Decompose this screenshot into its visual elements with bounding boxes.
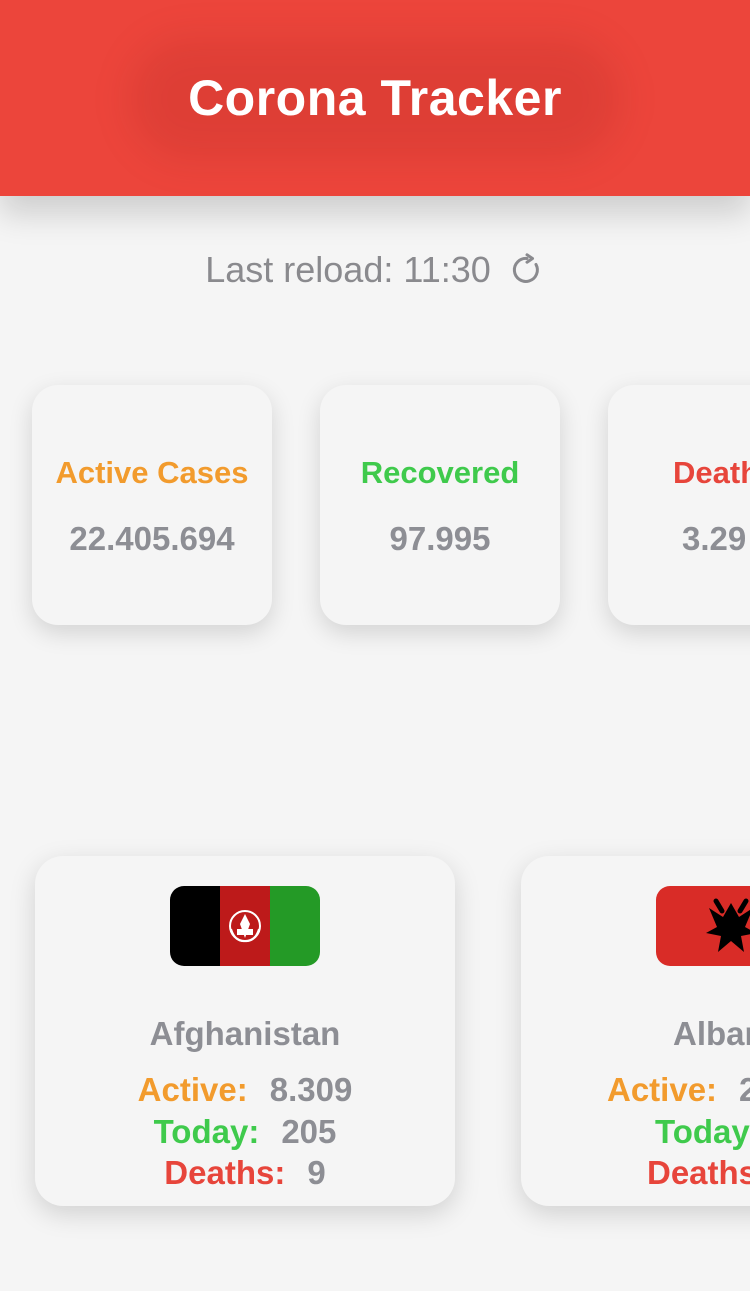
recovered-label: Recovered	[360, 455, 520, 490]
app-title: Corona Tracker	[188, 70, 562, 126]
recovered-card[interactable]: Recovered 97.995	[320, 385, 560, 625]
deaths-label: Deaths:	[164, 1154, 286, 1191]
albania-flag-icon	[656, 886, 750, 966]
country-name: Alban	[673, 1015, 750, 1052]
recovered-value: 97.995	[389, 520, 491, 557]
app-header: Corona Tracker	[0, 0, 750, 196]
last-reload-label: Last reload: 11:30	[205, 249, 491, 290]
deaths-label: Deaths	[647, 1154, 750, 1191]
afghanistan-active-row: Active: 8.309	[35, 1070, 455, 1110]
active-cases-value: 22.405.694	[69, 520, 235, 557]
afghanistan-flag-icon	[170, 886, 320, 966]
deaths-value: 9	[307, 1154, 326, 1191]
today-label: Today:	[153, 1113, 260, 1150]
active-label: Active:	[607, 1071, 718, 1108]
active-value: 2	[739, 1071, 750, 1108]
last-reload-row: Last reload: 11:30	[0, 246, 750, 294]
deaths-card[interactable]: Deaths 3.29	[608, 385, 750, 625]
active-value: 8.309	[269, 1071, 353, 1108]
country-name: Afghanistan	[149, 1015, 341, 1052]
today-label: Today	[655, 1113, 750, 1150]
afghanistan-deaths-row: Deaths: 9	[35, 1153, 455, 1193]
albania-active-row: Active: 2	[607, 1070, 750, 1110]
active-cases-label: Active Cases	[55, 455, 249, 490]
active-cases-card[interactable]: Active Cases 22.405.694	[32, 385, 272, 625]
deaths-label: Deaths	[673, 455, 750, 490]
today-value: 205	[281, 1113, 337, 1150]
albania-today-row: Today	[655, 1112, 750, 1152]
refresh-icon[interactable]	[509, 252, 545, 288]
active-label: Active:	[137, 1071, 248, 1108]
corona-tracker-app: Corona Tracker Last reload: 11:30 Active…	[0, 0, 750, 1291]
albania-deaths-row: Deaths	[647, 1153, 750, 1193]
afghanistan-today-row: Today: 205	[35, 1112, 455, 1152]
deaths-value: 3.29	[682, 520, 747, 557]
